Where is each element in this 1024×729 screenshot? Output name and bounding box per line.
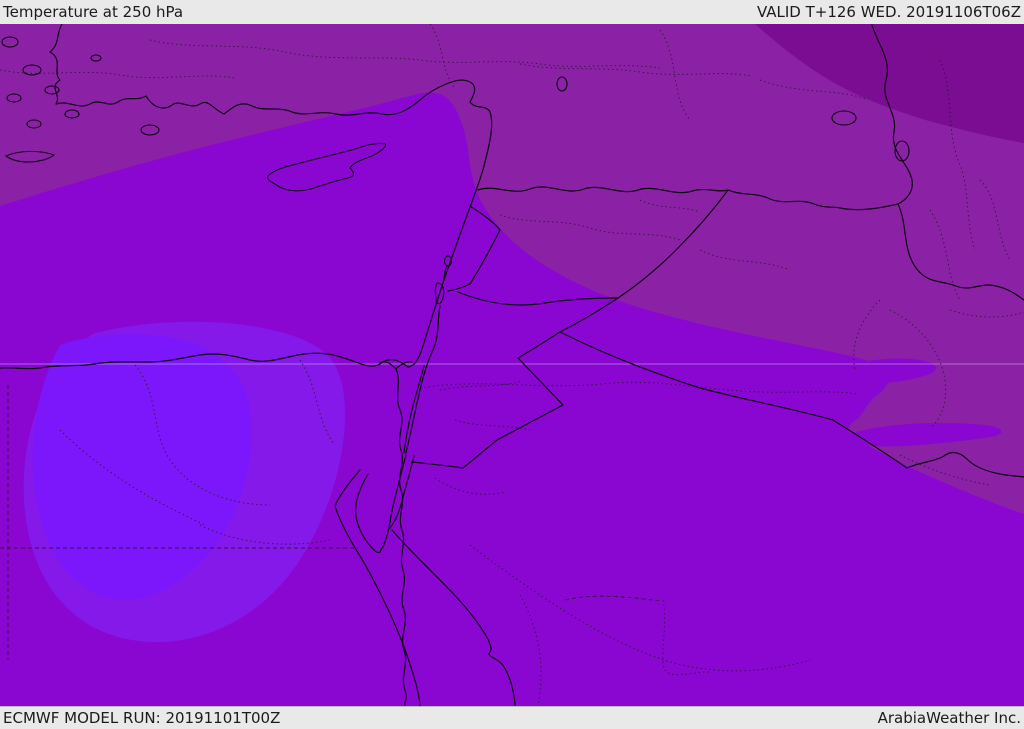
header-bar: Temperature at 250 hPa VALID T+126 WED. … — [0, 0, 1024, 24]
map-title: Temperature at 250 hPa — [3, 3, 184, 21]
footer-bar: ECMWF MODEL RUN: 20191101T00Z ArabiaWeat… — [0, 706, 1024, 729]
valid-time-label: VALID T+126 WED. 20191106T06Z — [756, 3, 1021, 21]
map-canvas — [0, 24, 1024, 706]
weather-map-app: Temperature at 250 hPa VALID T+126 WED. … — [0, 0, 1024, 729]
temperature-map-svg — [0, 24, 1024, 706]
model-run-label: ECMWF MODEL RUN: 20191101T00Z — [3, 709, 281, 727]
brand-label: ArabiaWeather Inc. — [877, 709, 1021, 727]
